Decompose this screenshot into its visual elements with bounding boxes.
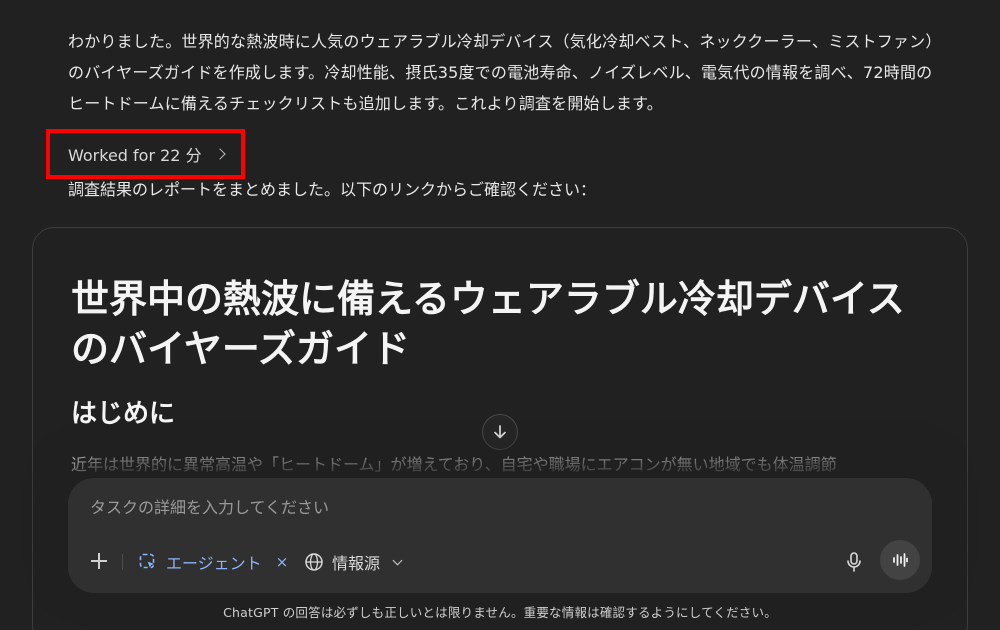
agent-mode-label: エージェント	[166, 554, 262, 573]
assistant-intro-message: わかりました。世界的な熱波時に人気のウェアラブル冷却デバイス（気化冷却ベスト、ネ…	[68, 32, 934, 113]
composer-toolbar: エージェント × 情報源	[68, 540, 932, 580]
toolbar-divider	[122, 554, 123, 570]
arrow-down-icon	[494, 425, 506, 439]
close-icon[interactable]: ×	[276, 553, 289, 571]
sources-dropdown[interactable]: 情報源	[304, 548, 403, 576]
worked-duration-toggle[interactable]: Worked for 22 分	[46, 129, 245, 179]
microphone-icon	[847, 552, 861, 572]
scroll-to-bottom-button[interactable]	[482, 414, 518, 450]
assistant-result-message: 調査結果のレポートをまとめました。以下のリンクからご確認ください：	[68, 180, 597, 199]
report-paragraph: 近年は世界的に異常高温や「ヒートドーム」が増えており、自宅や職場にエアコンが無い…	[71, 455, 837, 474]
report-section-heading: はじめに	[71, 399, 176, 429]
agent-mode-chip[interactable]: エージェント ×	[138, 548, 288, 576]
plus-icon[interactable]	[88, 550, 110, 572]
voice-mode-button[interactable]	[880, 540, 920, 580]
sources-label: 情報源	[332, 554, 381, 573]
chat-page: わかりました。世界的な熱波時に人気のウェアラブル冷却デバイス（気化冷却ベスト、ネ…	[0, 0, 1000, 630]
chevron-down-icon	[392, 555, 403, 565]
worked-duration-label: Worked for 22 分	[68, 146, 202, 165]
disclaimer-text: ChatGPT の回答は必ずしも正しいとは限りません。重要な情報は確認するように…	[223, 605, 777, 620]
task-input[interactable]	[90, 494, 870, 520]
microphone-button[interactable]	[842, 550, 866, 574]
waveform-icon	[893, 553, 908, 567]
composer: エージェント × 情報源	[68, 478, 932, 593]
chevron-right-icon	[213, 148, 226, 160]
globe-icon	[305, 553, 323, 571]
agent-cursor-icon	[139, 553, 156, 570]
report-title: 世界中の熱波に備えるウェアラブル冷却デバイスのバイヤーズガイド	[71, 277, 905, 371]
